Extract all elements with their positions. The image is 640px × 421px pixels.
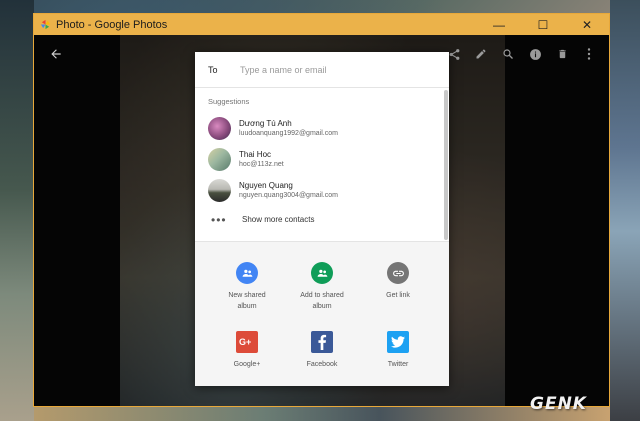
new-shared-album-button[interactable]: New shared album bbox=[209, 262, 285, 312]
share-dialog: To Suggestions Dương Tú Anh luudoanquang… bbox=[195, 52, 449, 386]
contact-email: nguyen.quang3004@gmail.com bbox=[239, 191, 338, 199]
google-photos-app-icon bbox=[40, 19, 51, 30]
add-to-shared-album-button[interactable]: Add to shared album bbox=[284, 262, 360, 312]
maximize-button[interactable]: ☐ bbox=[521, 14, 565, 35]
recipient-row: To bbox=[195, 52, 449, 88]
genk-watermark: GENK bbox=[530, 394, 587, 414]
google-plus-icon: G+ bbox=[236, 331, 258, 353]
contact-item[interactable]: Nguyen Quang nguyen.quang3004@gmail.com bbox=[195, 175, 449, 206]
background-photo-right bbox=[610, 0, 640, 421]
target-label: Add to shared album bbox=[300, 292, 344, 310]
share-targets: New shared album Add to shared album Get l… bbox=[195, 242, 449, 386]
minimize-button[interactable]: — bbox=[477, 14, 521, 35]
target-label: Google+ bbox=[233, 361, 261, 368]
edit-pencil-icon[interactable] bbox=[471, 44, 491, 64]
new-shared-album-icon bbox=[236, 262, 258, 284]
more-vertical-icon[interactable] bbox=[579, 44, 599, 64]
suggestions-list: Suggestions Dương Tú Anh luudoanquang199… bbox=[195, 88, 449, 242]
contact-name: Dương Tú Anh bbox=[239, 118, 292, 128]
get-link-button[interactable]: Get link bbox=[360, 262, 436, 301]
close-button[interactable]: ✕ bbox=[565, 14, 609, 35]
avatar bbox=[208, 179, 231, 202]
back-arrow-icon[interactable] bbox=[46, 44, 66, 64]
contact-item[interactable]: Dương Tú Anh luudoanquang1992@gmail.com bbox=[195, 113, 449, 144]
background-photo-left bbox=[0, 0, 34, 421]
svg-text:G+: G+ bbox=[239, 337, 251, 347]
more-horizontal-icon: ••• bbox=[211, 212, 227, 227]
avatar bbox=[208, 148, 231, 171]
facebook-button[interactable]: Facebook bbox=[284, 331, 360, 370]
twitter-button[interactable]: Twitter bbox=[360, 331, 436, 370]
contact-email: luudoanquang1992@gmail.com bbox=[239, 129, 338, 137]
suggestions-header: Suggestions bbox=[208, 97, 250, 106]
contact-name: Thai Hoc bbox=[239, 149, 272, 159]
target-label: Get link bbox=[386, 292, 410, 299]
contact-name: Nguyen Quang bbox=[239, 180, 293, 190]
title-bar[interactable]: Photo - Google Photos — ☐ ✕ bbox=[34, 14, 609, 35]
twitter-icon bbox=[387, 331, 409, 353]
target-label: Twitter bbox=[387, 361, 409, 368]
target-label: New shared album bbox=[228, 292, 266, 310]
background-photo-bottom bbox=[34, 406, 610, 421]
show-more-contacts-button[interactable]: ••• Show more contacts bbox=[195, 206, 449, 233]
info-icon[interactable] bbox=[525, 44, 545, 64]
suggestions-scrollbar[interactable] bbox=[444, 90, 448, 240]
to-label: To bbox=[208, 64, 218, 75]
contact-email: hoc@113z.net bbox=[239, 160, 284, 168]
avatar bbox=[208, 117, 231, 140]
recipient-input[interactable] bbox=[240, 64, 430, 75]
link-icon bbox=[387, 262, 409, 284]
contact-item[interactable]: Thai Hoc hoc@113z.net bbox=[195, 144, 449, 175]
zoom-icon[interactable] bbox=[498, 44, 518, 64]
target-label: Facebook bbox=[306, 361, 338, 368]
google-plus-button[interactable]: G+ Google+ bbox=[209, 331, 285, 370]
add-to-shared-album-icon bbox=[311, 262, 333, 284]
window-title: Photo - Google Photos bbox=[56, 18, 168, 31]
show-more-label: Show more contacts bbox=[242, 215, 315, 224]
facebook-icon bbox=[311, 331, 333, 353]
delete-icon[interactable] bbox=[552, 44, 572, 64]
